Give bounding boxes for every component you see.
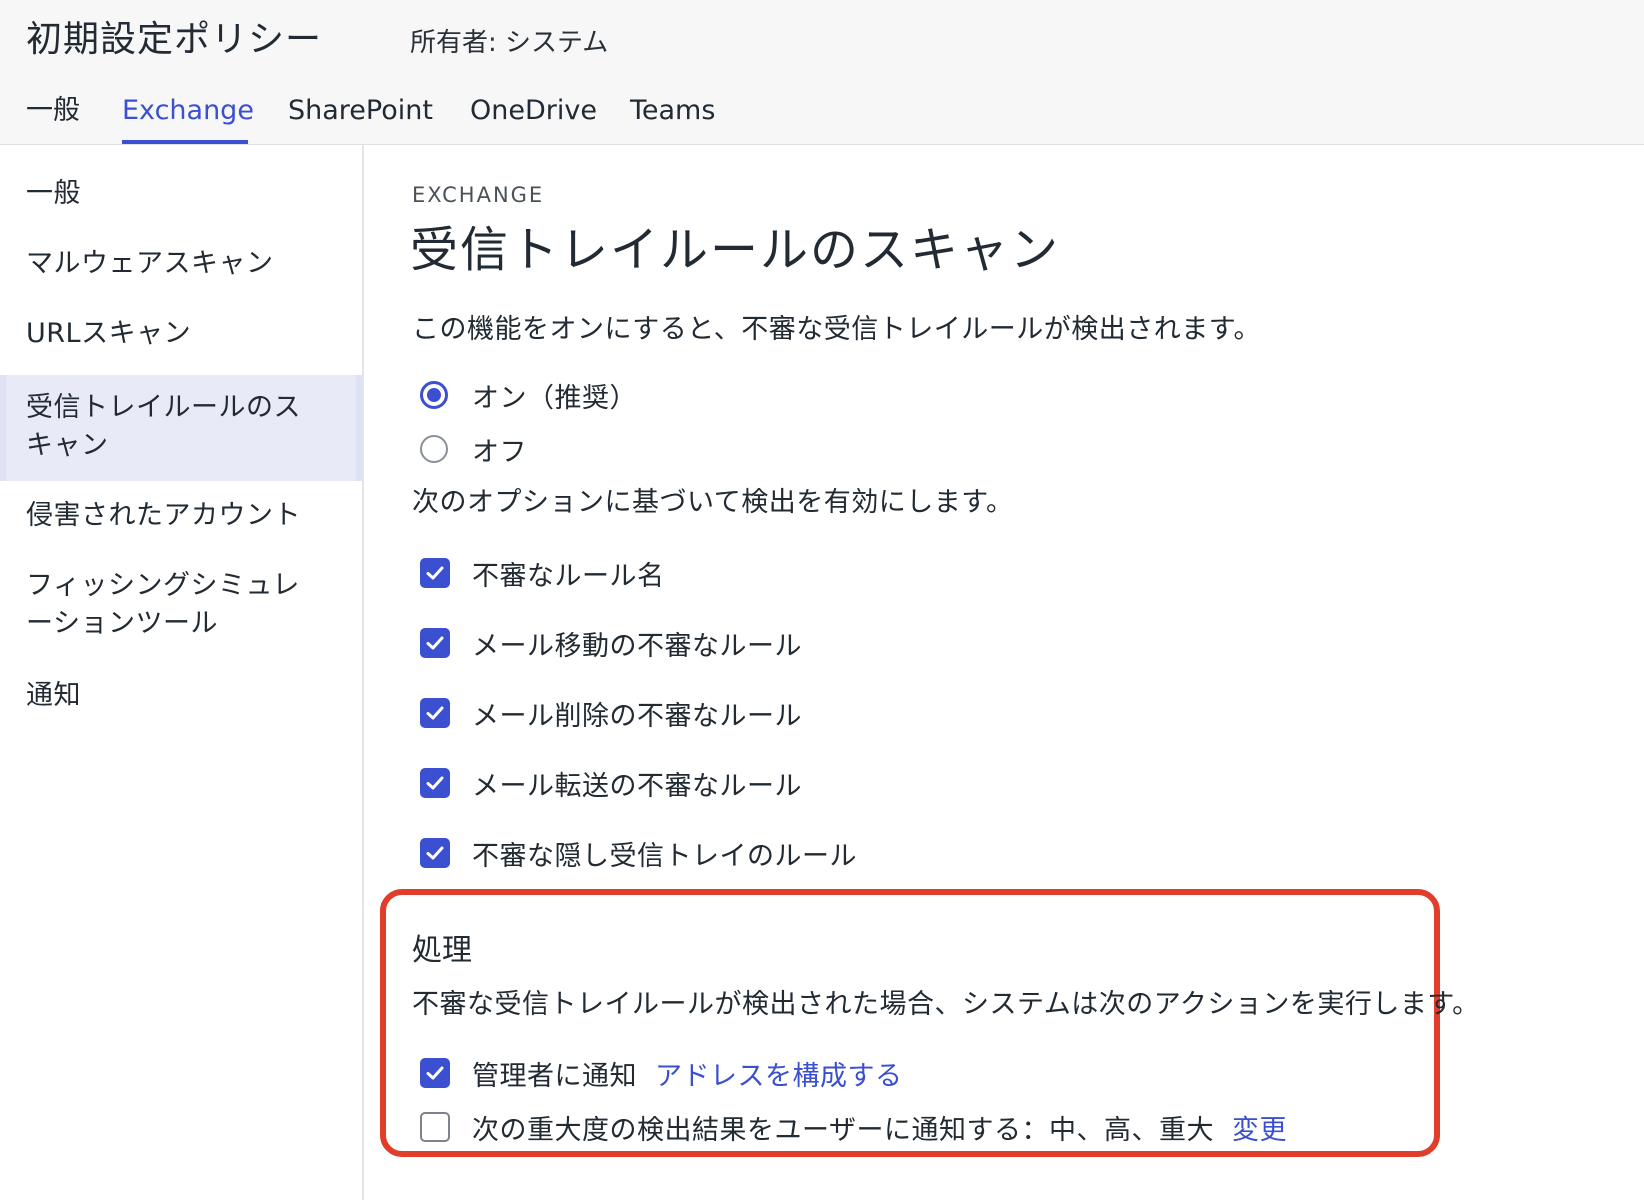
notify-user-row[interactable]: 次の重大度の検出結果をユーザーに通知する：中、高、重大 変更 xyxy=(420,1107,1287,1147)
policy-owner: 所有者: システム xyxy=(410,28,609,58)
action-heading: 処理 xyxy=(412,933,472,968)
sidebar-item-compromised-accounts[interactable]: 侵害されたアカウント xyxy=(0,497,362,535)
radio-on-label: オン（推奨） xyxy=(472,382,637,414)
tab-teams[interactable]: Teams xyxy=(630,88,715,134)
detection-option-row[interactable]: メール移動の不審なルール xyxy=(420,623,802,663)
sidebar-item-general[interactable]: 一般 xyxy=(0,175,362,213)
sidebar-item-url-scan[interactable]: URLスキャン xyxy=(0,315,362,353)
checkmark-icon xyxy=(426,1066,444,1080)
tab-onedrive[interactable]: OneDrive xyxy=(470,88,597,134)
checkmark-icon xyxy=(426,846,444,860)
notify-admin-label: 管理者に通知 xyxy=(472,1060,637,1092)
feature-description: この機能をオンにすると、不審な受信トレイルールが検出されます。 xyxy=(412,314,1261,345)
main-content: EXCHANGE 受信トレイルールのスキャン この機能をオンにすると、不審な受信… xyxy=(364,145,1644,1200)
radio-off[interactable] xyxy=(420,435,448,463)
checkmark-icon xyxy=(426,636,444,650)
action-description: 不審な受信トレイルールが検出された場合、システムは次のアクションを実行します。 xyxy=(412,989,1480,1020)
sidebar-item-notifications[interactable]: 通知 xyxy=(0,677,362,715)
sidebar: 一般 マルウェアスキャン URLスキャン 受信トレイルールのスキャン 侵害された… xyxy=(0,145,364,1200)
checkbox-mail-forward-rule[interactable] xyxy=(420,768,450,798)
checkbox-label: 不審なルール名 xyxy=(472,560,665,592)
sidebar-item-malware-scan[interactable]: マルウェアスキャン xyxy=(0,245,362,283)
radio-on-row[interactable]: オン（推奨） xyxy=(420,375,637,415)
notify-user-label: 次の重大度の検出結果をユーザーに通知する：中、高、重大 xyxy=(472,1114,1214,1146)
change-severity-link[interactable]: 変更 xyxy=(1232,1108,1287,1147)
checkbox-hidden-inbox-rule[interactable] xyxy=(420,838,450,868)
checkmark-icon xyxy=(426,566,444,580)
sidebar-item-phishing-simulation[interactable]: フィッシングシミュレーションツール xyxy=(0,567,362,643)
detection-option-row[interactable]: 不審な隠し受信トレイのルール xyxy=(420,833,857,873)
checkbox-label: メール移動の不審なルール xyxy=(472,630,802,662)
page-header: 初期設定ポリシー 所有者: システム 一般 Exchange SharePoin… xyxy=(0,0,1644,145)
checkbox-notify-admin[interactable] xyxy=(420,1058,450,1088)
configure-address-link[interactable]: アドレスを構成する xyxy=(655,1054,903,1093)
checkbox-label: メール削除の不審なルール xyxy=(472,700,802,732)
checkmark-icon xyxy=(426,776,444,790)
policy-title: 初期設定ポリシー xyxy=(26,19,323,60)
tab-general[interactable]: 一般 xyxy=(26,88,80,134)
checkbox-notify-user[interactable] xyxy=(420,1112,450,1142)
notify-admin-row[interactable]: 管理者に通知 アドレスを構成する xyxy=(420,1053,903,1093)
detection-option-row[interactable]: メール削除の不審なルール xyxy=(420,693,802,733)
page-title: 受信トレイルールのスキャン xyxy=(410,222,1061,278)
checkmark-icon xyxy=(426,706,444,720)
checkbox-mail-move-rule[interactable] xyxy=(420,628,450,658)
sidebar-item-inbox-rule-scan[interactable]: 受信トレイルールのスキャン xyxy=(0,375,362,481)
checkbox-label: 不審な隠し受信トレイのルール xyxy=(472,840,857,872)
options-intro: 次のオプションに基づいて検出を有効にします。 xyxy=(412,487,1014,518)
tab-exchange[interactable]: Exchange xyxy=(122,88,254,134)
detection-option-row[interactable]: 不審なルール名 xyxy=(420,553,665,593)
checkbox-suspicious-rule-name[interactable] xyxy=(420,558,450,588)
radio-off-row[interactable]: オフ xyxy=(420,429,527,469)
detection-option-row[interactable]: メール転送の不審なルール xyxy=(420,763,802,803)
radio-off-label: オフ xyxy=(472,436,527,468)
tab-sharepoint[interactable]: SharePoint xyxy=(288,88,433,134)
section-label: EXCHANGE xyxy=(412,183,545,207)
checkbox-label: メール転送の不審なルール xyxy=(472,770,802,802)
checkbox-mail-delete-rule[interactable] xyxy=(420,698,450,728)
active-tab-indicator xyxy=(122,140,248,144)
radio-on[interactable] xyxy=(420,381,448,409)
